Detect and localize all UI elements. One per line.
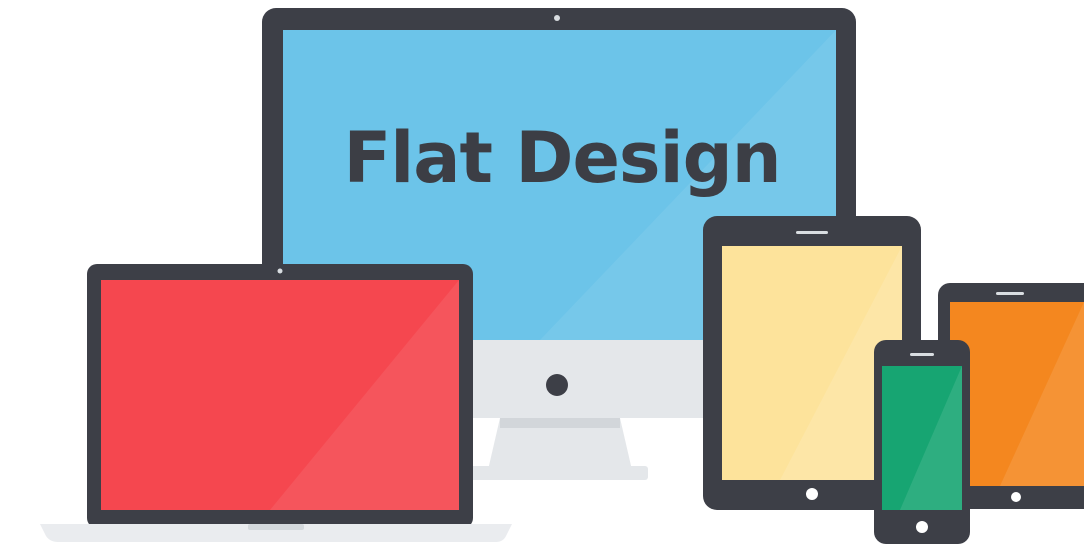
monitor-stand-shadow <box>500 418 620 428</box>
tablet-speaker <box>796 231 828 234</box>
laptop <box>40 264 512 542</box>
devices-artwork <box>40 8 1084 544</box>
laptop-camera <box>277 268 283 274</box>
flat-design-illustration: Flat Design <box>0 0 1084 550</box>
small-tablet-home-button <box>1011 492 1021 502</box>
monitor-camera <box>554 15 560 21</box>
small-tablet-speaker <box>996 292 1024 295</box>
monitor-home-button <box>546 374 568 396</box>
smartphone <box>874 340 970 544</box>
tablet-home-button <box>806 488 818 500</box>
phone-home-button <box>916 521 928 533</box>
laptop-trackpad-notch <box>248 524 304 530</box>
monitor-stand-base <box>470 466 648 480</box>
phone-speaker <box>910 353 934 356</box>
headline: Flat Design <box>343 117 781 199</box>
